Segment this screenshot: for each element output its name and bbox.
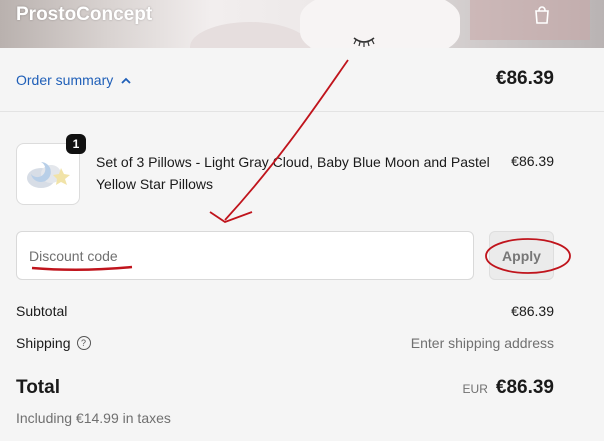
discount-code-input[interactable]: Discount code [16, 231, 474, 280]
shopping-bag-icon[interactable] [532, 5, 552, 25]
product-price: €86.39 [511, 153, 554, 169]
help-icon[interactable]: ? [76, 336, 91, 350]
shipping-label: Shipping [16, 335, 71, 351]
header-banner: ProstoConcept [0, 0, 604, 48]
product-title: Set of 3 Pillows - Light Gray Cloud, Bab… [96, 154, 490, 192]
currency-code: EUR [462, 382, 488, 396]
total-label: Total [16, 377, 60, 398]
order-summary-bar: Order summary €86.39 [0, 48, 604, 112]
shipping-row: Shipping ? Enter shipping address [16, 335, 554, 351]
chevron-up-icon [121, 77, 131, 84]
subtotal-row: Subtotal €86.39 [16, 303, 554, 319]
discount-placeholder: Discount code [29, 247, 118, 264]
order-summary-toggle[interactable]: Order summary [16, 72, 131, 88]
apply-button[interactable]: Apply [489, 231, 554, 280]
product-thumbnail: 1 [16, 134, 86, 205]
total-value: €86.39 [495, 377, 554, 398]
sleeping-eyes-decor [353, 37, 375, 47]
total-row: Total EUR €86.39 [16, 377, 554, 399]
shipping-value: Enter shipping address [410, 335, 554, 351]
subtotal-value: €86.39 [511, 303, 554, 319]
summary-total: €86.39 [495, 68, 554, 89]
banner-image-decor [190, 22, 310, 48]
order-summary-panel: 1 Set of 3 Pillows - Light Gray Cloud, B… [0, 112, 604, 441]
subtotal-label: Subtotal [16, 303, 68, 319]
brand-logo[interactable]: ProstoConcept [16, 4, 152, 26]
banner-image-decor [470, 0, 590, 40]
quantity-badge: 1 [66, 134, 86, 154]
taxes-note: Including €14.99 in taxes [16, 410, 171, 426]
order-summary-label: Order summary [16, 72, 114, 88]
